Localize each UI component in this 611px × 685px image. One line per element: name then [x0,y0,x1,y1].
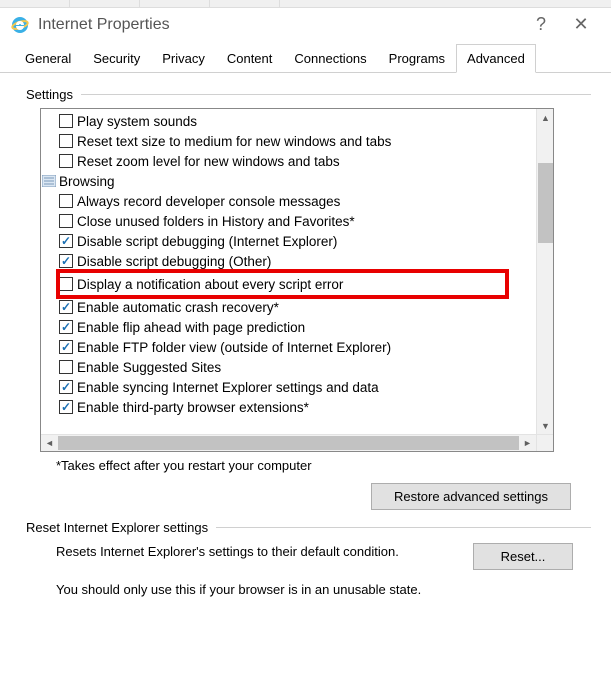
reset-warning: You should only use this if your browser… [56,582,573,597]
setting-item[interactable]: Enable third-party browser extensions* [41,397,536,417]
tab-bar: GeneralSecurityPrivacyContentConnections… [0,43,611,73]
setting-item[interactable]: Reset zoom level for new windows and tab… [41,151,536,171]
setting-label: Play system sounds [77,114,197,129]
setting-label: Enable FTP folder view (outside of Inter… [77,340,391,355]
reset-description: Resets Internet Explorer's settings to t… [56,543,453,561]
checkbox[interactable] [59,380,73,394]
setting-item[interactable]: Close unused folders in History and Favo… [41,211,536,231]
scroll-corner [536,435,553,451]
checkbox[interactable] [59,360,73,374]
restart-note: *Takes effect after you restart your com… [56,458,591,473]
setting-label: Enable third-party browser extensions* [77,400,309,415]
setting-label: Always record developer console messages [77,194,340,209]
settings-listbox[interactable]: Play system sounds Reset text size to med… [40,108,554,452]
tab-privacy[interactable]: Privacy [151,44,216,73]
category-header: Browsing [41,171,536,191]
checkbox[interactable] [59,300,73,314]
scroll-left-arrow-icon[interactable]: ◄ [41,435,58,451]
tab-general[interactable]: General [14,44,82,73]
checkbox[interactable] [59,277,73,291]
setting-item[interactable]: Reset text size to medium for new window… [41,131,536,151]
tab-advanced[interactable]: Advanced [456,44,536,73]
setting-label: Disable script debugging (Internet Explo… [77,234,337,249]
setting-item[interactable]: Enable Suggested Sites [41,357,536,377]
setting-item[interactable]: Enable flip ahead with page prediction [41,317,536,337]
scroll-thumb-vertical[interactable] [538,163,553,243]
setting-label: Enable syncing Internet Explorer setting… [77,380,379,395]
scrollbar-horizontal[interactable]: ◄ ► [41,434,553,451]
checkbox[interactable] [59,340,73,354]
reset-group-label: Reset Internet Explorer settings [26,520,208,535]
setting-label: Enable automatic crash recovery* [77,300,279,315]
setting-item[interactable]: Disable script debugging (Other) [41,251,536,271]
checkbox[interactable] [59,154,73,168]
setting-item[interactable]: Enable FTP folder view (outside of Inter… [41,337,536,357]
setting-item[interactable]: Enable automatic crash recovery* [41,297,536,317]
divider [216,527,591,528]
checkbox[interactable] [59,320,73,334]
checkbox[interactable] [59,194,73,208]
setting-label: Reset zoom level for new windows and tab… [77,154,340,169]
settings-group-label: Settings [26,87,73,102]
scroll-down-arrow-icon[interactable]: ▼ [537,417,553,434]
setting-label: Reset text size to medium for new window… [77,134,391,149]
setting-label: Disable script debugging (Other) [77,254,271,269]
setting-item[interactable]: Disable script debugging (Internet Explo… [41,231,536,251]
setting-item[interactable]: Play system sounds [41,111,536,131]
close-button[interactable]: ✕ [561,14,601,35]
setting-item[interactable]: Enable syncing Internet Explorer setting… [41,377,536,397]
help-button[interactable]: ? [521,14,561,35]
reset-button[interactable]: Reset... [473,543,573,570]
checkbox[interactable] [59,114,73,128]
scrollbar-vertical[interactable]: ▲ ▼ [536,109,553,434]
setting-label: Enable Suggested Sites [77,360,221,375]
window-title: Internet Properties [38,16,170,34]
setting-item[interactable]: Display a notification about every scrip… [59,272,506,296]
tab-programs[interactable]: Programs [378,44,456,73]
checkbox[interactable] [59,400,73,414]
background-tabs [0,0,611,8]
setting-label: Display a notification about every scrip… [77,277,343,292]
restore-advanced-button[interactable]: Restore advanced settings [371,483,571,510]
tab-connections[interactable]: Connections [283,44,377,73]
scroll-thumb-horizontal[interactable] [58,436,519,450]
category-label: Browsing [59,174,115,189]
setting-label: Close unused folders in History and Favo… [77,214,355,229]
checkbox[interactable] [59,134,73,148]
checkbox[interactable] [59,254,73,268]
setting-item[interactable]: Always record developer console messages [41,191,536,211]
category-icon [41,174,57,188]
divider [81,94,591,95]
tab-content[interactable]: Content [216,44,284,73]
scroll-right-arrow-icon[interactable]: ► [519,435,536,451]
checkbox[interactable] [59,214,73,228]
setting-label: Enable flip ahead with page prediction [77,320,305,335]
ie-icon [10,15,30,35]
checkbox[interactable] [59,234,73,248]
internet-properties-dialog: Internet Properties ? ✕ GeneralSecurityP… [0,8,611,605]
scroll-up-arrow-icon[interactable]: ▲ [537,109,553,126]
tab-security[interactable]: Security [82,44,151,73]
